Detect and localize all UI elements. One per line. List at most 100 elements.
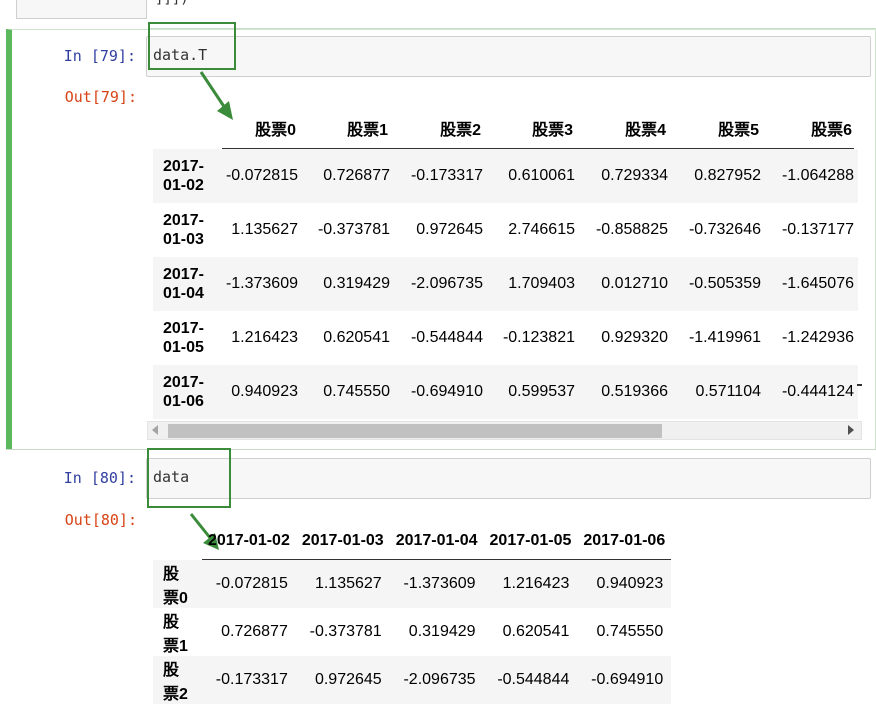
dataframe-original: 2017-01-02 2017-01-03 2017-01-04 2017-01… <box>153 523 672 704</box>
column-header: 股票4 <box>575 100 668 149</box>
table-cell: 1.216423 <box>483 559 578 608</box>
row-index: 2017- 01-02 <box>153 148 222 203</box>
column-header: 股票2 <box>390 100 483 149</box>
table-cell: 0.319429 <box>408 622 476 640</box>
table-cell: 0.827952 <box>668 148 761 203</box>
table-cell: -1.373609 <box>389 559 484 608</box>
table-cell: 0.519366 <box>575 365 668 419</box>
table-cell: -0.505359 <box>668 257 761 311</box>
table-cell: 1.135627 <box>295 559 390 608</box>
table-cell: 0.610061 <box>483 148 575 203</box>
table-cell: -1.064288 <box>761 148 854 203</box>
table-cell: -0.072815 <box>222 148 298 203</box>
table-cell: 0.726877 <box>298 148 390 203</box>
row-index: 股票1 <box>163 613 188 655</box>
output-prompt-80: Out[80]: <box>64 511 137 529</box>
table-cell: 0.620541 <box>323 329 390 346</box>
row-index: 2017- 01-04 <box>153 257 222 311</box>
table-cell: -0.137177 <box>781 221 854 238</box>
row-index-line: 01-06 <box>163 393 204 410</box>
table-row: 股票1 0.726877 -0.373781 0.319429 0.620541… <box>153 608 671 656</box>
table-cell: 0.940923 <box>577 559 672 608</box>
column-header: 2017-01-06 <box>577 523 672 560</box>
overflow-cell <box>854 148 858 203</box>
table-cell: 0.726877 <box>221 622 288 640</box>
code-input-79[interactable]: data.T <box>146 36 871 77</box>
column-header: 2017-01-04 <box>389 523 484 560</box>
row-index-line: 01-04 <box>163 285 204 302</box>
table-cell: 2.746615 <box>508 221 575 238</box>
table-cell: 1.216423 <box>231 329 298 346</box>
index-header <box>153 523 202 560</box>
table-cell: 1.135627 <box>231 221 298 238</box>
table-cell: -0.373781 <box>309 622 382 640</box>
column-header: 2017-01-05 <box>483 523 578 560</box>
highlight-box-79 <box>148 22 236 70</box>
table-cell: -2.096735 <box>389 655 484 704</box>
row-index-line: 01-03 <box>163 231 204 248</box>
highlight-box-80 <box>147 448 231 508</box>
overflow-cell <box>854 365 858 419</box>
row-index-line: 01-02 <box>163 176 204 194</box>
table-row: 2017- 01-05 1.216423 0.620541 -0.544844 -… <box>153 311 858 365</box>
table-cell: -0.544844 <box>410 329 483 346</box>
table-cell: -1.645076 <box>761 257 854 311</box>
table-cell: 0.599537 <box>483 365 575 419</box>
index-header <box>153 100 222 149</box>
table-row: 2017- 01-06 0.940923 0.745550 -0.694910 0… <box>153 365 858 419</box>
table-row: 股票0 -0.072815 1.135627 -1.373609 1.21642… <box>153 559 672 608</box>
table-cell: -0.694910 <box>577 655 672 704</box>
horizontal-scrollbar[interactable] <box>147 421 862 440</box>
table-cell: -0.072815 <box>202 559 296 608</box>
table-cell: 0.620541 <box>502 622 570 640</box>
table-cell: -2.096735 <box>390 257 483 311</box>
table-cell: 0.729334 <box>575 148 668 203</box>
row-index: 2017- 01-06 <box>153 365 222 419</box>
table-cell: 1.709403 <box>483 257 575 311</box>
table-cell: -1.242936 <box>781 329 854 346</box>
table-cell: -1.373609 <box>222 257 298 311</box>
table-row: 2017- 01-04 -1.373609 0.319429 -2.096735 … <box>153 257 858 311</box>
table-cell: 0.929320 <box>601 329 668 346</box>
column-header: 股票1 <box>298 100 390 149</box>
table-cell: 0.745550 <box>596 622 664 640</box>
scroll-left-arrow-icon[interactable] <box>152 425 158 435</box>
overflow-cell <box>854 257 858 311</box>
table-cell: -0.694910 <box>390 365 483 419</box>
table-cell: 0.012710 <box>575 257 668 311</box>
table-header-row: 2017-01-02 2017-01-03 2017-01-04 2017-01… <box>153 523 672 560</box>
table-cell: -0.173317 <box>390 148 483 203</box>
row-index: 股票0 <box>153 559 202 608</box>
overflow-cell <box>854 100 858 149</box>
overflow-cell <box>854 311 858 365</box>
table-cell: 0.745550 <box>298 365 390 419</box>
row-index-line: 2017- <box>163 157 204 175</box>
table-cell: -0.444124 <box>761 365 854 419</box>
table-cell: -0.173317 <box>202 655 296 704</box>
scroll-right-arrow-icon[interactable] <box>848 425 854 435</box>
column-header: 股票6 <box>761 100 854 149</box>
column-header: 股票0 <box>222 100 298 149</box>
table-cell: 0.571104 <box>668 365 761 419</box>
row-index: 2017- 01-03 <box>153 203 222 257</box>
previous-cell-code: ]]]) <box>155 0 189 7</box>
cell-bottom-border <box>6 449 876 450</box>
table-cell: -0.858825 <box>595 221 668 238</box>
row-index-line: 2017- <box>163 320 204 337</box>
truncated-column-mark <box>857 384 862 386</box>
column-header: 股票3 <box>483 100 575 149</box>
row-index-line: 01-05 <box>163 339 204 356</box>
previous-cell-input[interactable] <box>16 0 147 19</box>
output-prompt-79: Out[79]: <box>64 88 137 106</box>
row-index-line: 2017- <box>163 374 204 391</box>
table-cell: -1.419961 <box>688 329 761 346</box>
scrollbar-thumb[interactable] <box>168 424 662 438</box>
code-input-80[interactable]: data <box>146 458 871 499</box>
table-cell: 0.972645 <box>295 655 390 704</box>
row-index-line: 2017- <box>163 212 204 229</box>
table-cell: -0.373781 <box>317 221 390 238</box>
row-index: 2017- 01-05 <box>153 311 222 365</box>
table-cell: 0.319429 <box>298 257 390 311</box>
table-header-row: 股票0 股票1 股票2 股票3 股票4 股票5 股票6 <box>153 100 858 149</box>
column-header: 股票5 <box>668 100 761 149</box>
